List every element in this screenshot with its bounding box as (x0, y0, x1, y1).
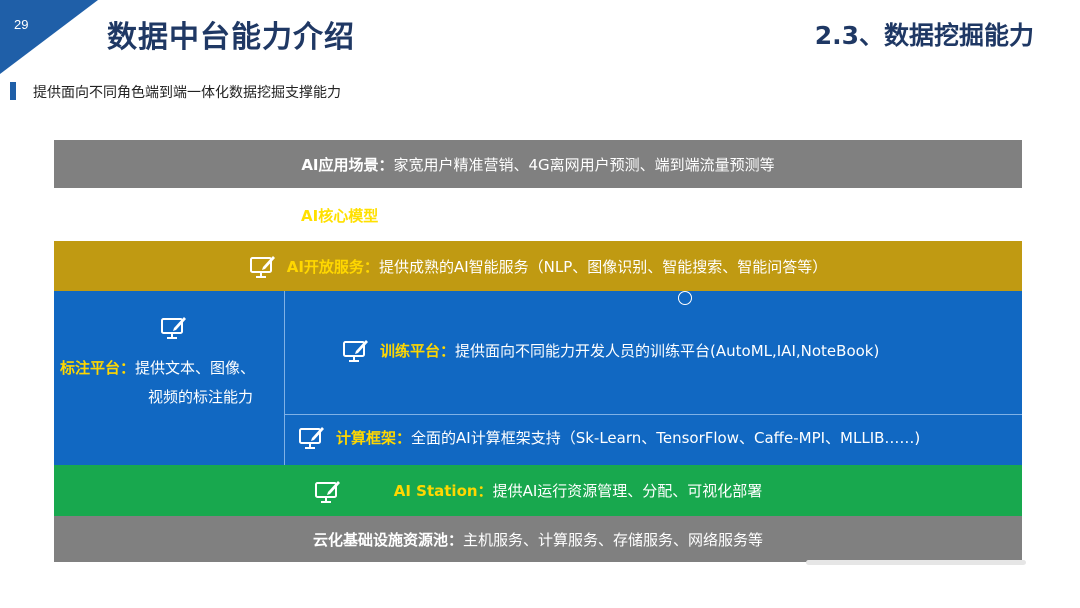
vertical-divider (284, 291, 285, 465)
section-title: 2.3、数据挖掘能力 (814, 21, 1034, 50)
scene-text: 家宽用户精准营销、4G离网用户预测、端到端流量预测等 (393, 155, 775, 174)
ai-open-service-band: AI开放服务： 提供成熟的AI智能服务（NLP、图像识别、智能搜索、智能问答等） (54, 241, 1022, 291)
open-service-label: AI开放服务： (286, 257, 379, 276)
training-platform: 训练平台： 提供面向不同能力开发人员的训练平台(AutoML,IAI,NoteB… (342, 337, 879, 363)
page-number: 29 (14, 17, 29, 32)
station-text: 提供AI运行资源管理、分配、可视化部署 (492, 482, 763, 500)
cloud-label: 云化基础设施资源池： (312, 530, 463, 549)
labeling-label: 标注平台： (60, 359, 136, 377)
decorative-shadow (806, 560, 1026, 565)
training-label: 训练平台： (380, 341, 456, 360)
labeling-line1: 提供文本、图像、 (135, 359, 256, 377)
monitor-edit-icon (343, 340, 368, 362)
training-text: 提供面向不同能力开发人员的训练平台(AutoML,IAI,NoteBook) (455, 341, 880, 360)
ai-scene-band: AI应用场景： 家宽用户精准营销、4G离网用户预测、端到端流量预测等 (54, 140, 1022, 188)
monitor-edit-icon (161, 317, 186, 339)
page-title: 数据中台能力介绍 (107, 20, 355, 55)
subtitle: 提供面向不同角色端到端一体化数据挖掘支撑能力 (33, 85, 341, 101)
compute-framework: 计算框架： 全面的AI计算框架支持（Sk-Learn、TensorFlow、Ca… (298, 424, 920, 450)
labeling-platform: 标注平台：提供文本、图像、 视频的标注能力 (60, 354, 255, 412)
labeling-line2: 视频的标注能力 (148, 388, 254, 406)
horizontal-divider (285, 414, 1022, 415)
circle-marker (678, 291, 692, 305)
framework-text: 全面的AI计算框架支持（Sk-Learn、TensorFlow、Caffe-MP… (411, 428, 921, 447)
monitor-edit-icon (249, 256, 275, 278)
cloud-text: 主机服务、计算服务、存储服务、网络服务等 (463, 530, 764, 549)
monitor-edit-icon (299, 427, 324, 449)
corner-decoration (0, 0, 98, 74)
subtitle-marker (10, 82, 16, 100)
cloud-infra-band: 云化基础设施资源池： 主机服务、计算服务、存储服务、网络服务等 (54, 516, 1022, 562)
framework-label: 计算框架： (336, 428, 412, 447)
station-label: AI Station： (393, 482, 493, 500)
core-model-label: AI核心模型 (301, 207, 379, 225)
scene-label: AI应用场景： (301, 155, 394, 174)
monitor-edit-icon (314, 480, 340, 503)
open-service-text: 提供成熟的AI智能服务（NLP、图像识别、智能搜索、智能问答等） (378, 257, 828, 276)
ai-station-band: AI Station： 提供AI运行资源管理、分配、可视化部署 (54, 465, 1022, 516)
